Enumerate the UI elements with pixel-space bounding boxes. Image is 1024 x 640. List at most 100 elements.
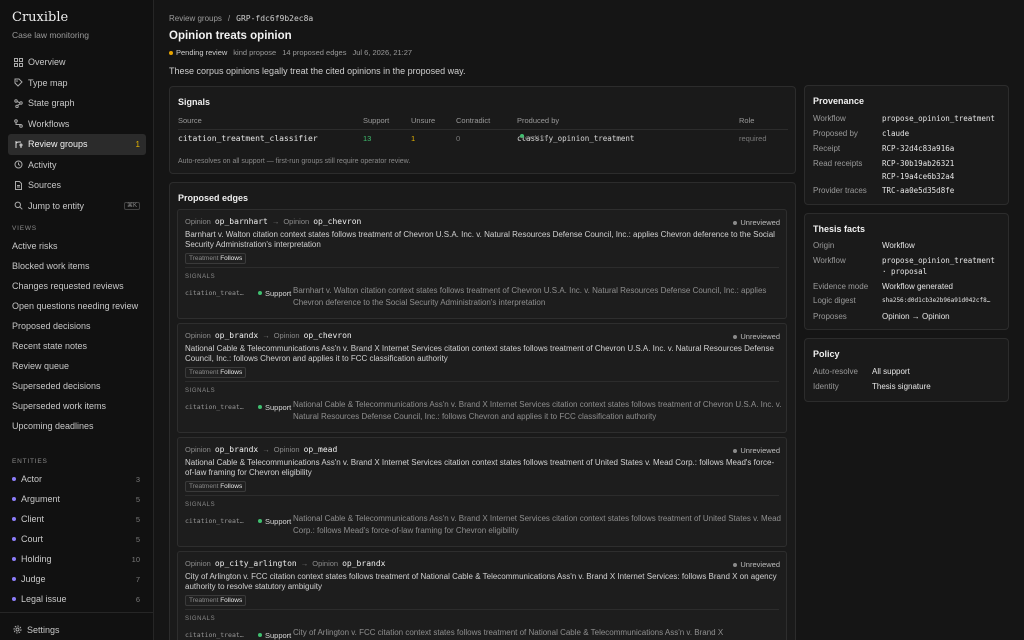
from-node[interactable]: op_barnhart [215, 217, 268, 226]
to-node[interactable]: op_chevron [304, 331, 352, 340]
merge-icon [13, 139, 23, 149]
entity-item[interactable]: Argument 5 [12, 489, 146, 509]
page-description: These corpus opinions legally treat the … [169, 66, 466, 76]
chip-value: Follows [220, 369, 243, 376]
edge-status: Unreviewed [733, 218, 780, 227]
view-item[interactable]: Proposed decisions [12, 316, 146, 336]
entity-label: Holding [21, 554, 52, 564]
support-dot [258, 633, 262, 637]
sidebar: Cruxible Case law monitoring Overview Ty… [0, 0, 154, 640]
kv-value: · proposal [882, 267, 928, 276]
entity-label: Court [21, 534, 44, 544]
settings-button[interactable]: Settings [0, 612, 153, 640]
view-item[interactable]: Review queue [12, 356, 146, 376]
entity-item[interactable]: Holding 10 [12, 549, 146, 569]
app-name: Cruxible [12, 10, 69, 25]
nav-item-type-map[interactable]: Type map [8, 73, 146, 94]
kv-value: claude [882, 129, 910, 138]
edge-card[interactable]: Opinion op_brandx → Opinion op_mead Unreviewe… [177, 437, 787, 547]
signal-support: 13 [363, 134, 372, 143]
from-node[interactable]: op_brandx [215, 331, 258, 340]
from-node[interactable]: op_brandx [215, 445, 258, 454]
from-node[interactable]: op_city_arlington [215, 559, 297, 568]
nav-item-activity[interactable]: Activity [8, 155, 146, 176]
nav-label: Workflows [28, 118, 70, 129]
signals-label: SIGNALS [185, 274, 216, 280]
col-role: Role [739, 116, 755, 125]
support-dot [258, 519, 262, 523]
view-item[interactable]: Upcoming deadlines [12, 416, 146, 436]
signal-source: citation_treat… [185, 631, 244, 639]
edge-card[interactable]: Opinion op_barnhart → Opinion op_chevron Unre… [177, 209, 787, 319]
view-item[interactable]: Changes requested reviews [12, 276, 146, 296]
signals-panel: Signals Source Support Unsure Contradict… [169, 86, 796, 174]
edge-status-text: Unreviewed [740, 560, 780, 569]
view-item[interactable]: Recent state notes [12, 336, 146, 356]
breadcrumb: Review groups / GRP-fdc6f9b2ec8a [169, 14, 313, 23]
nav-item-state-graph[interactable]: State graph [8, 93, 146, 114]
to-node[interactable]: op_brandx [342, 559, 385, 568]
nav-item-workflows[interactable]: Workflows [8, 114, 146, 135]
kv-value[interactable]: TRC-aa0e5d35d8fe [882, 186, 954, 195]
to-type: Opinion [312, 559, 339, 568]
main-nav: Overview Type map State graph Workflows … [8, 52, 146, 216]
signals-note: Auto-resolves on all support — first-run… [178, 158, 411, 165]
kv-value[interactable]: propose_opinion_treatment [882, 256, 995, 265]
thesis-title: Thesis facts [813, 224, 866, 234]
kv-value[interactable]: RCP-19a4ce6b32a4 [882, 172, 954, 181]
kv-key: Workflow [813, 256, 846, 265]
entity-dot [12, 577, 16, 581]
entity-count: 10 [131, 554, 140, 564]
treatment-chip: Treatment Follows [185, 481, 247, 492]
view-item[interactable]: Superseded work items [12, 396, 146, 416]
workflow-icon [13, 119, 23, 129]
kv-value: Thesis signature [872, 382, 931, 391]
kv-value[interactable]: RCP-32d4c83a916a [882, 144, 954, 153]
to-node[interactable]: op_mead [304, 445, 338, 454]
entity-label: Legal issue [21, 594, 67, 604]
entity-dot [12, 557, 16, 561]
edge-status: Unreviewed [733, 332, 780, 341]
signal-text: National Cable & Telecommunications Ass'… [293, 400, 782, 421]
status-badge: Pending review [169, 48, 227, 57]
nav-label: Overview [28, 57, 66, 68]
edge-status-text: Unreviewed [740, 446, 780, 455]
entity-item[interactable]: Legal issue 6 [12, 589, 146, 609]
to-node[interactable]: op_chevron [313, 217, 361, 226]
edge-card[interactable]: Opinion op_brandx → Opinion op_chevron Unrevi… [177, 323, 787, 433]
nav-item-sources[interactable]: Sources [8, 175, 146, 196]
view-item[interactable]: Active risks [12, 236, 146, 256]
nav-item-jump-to-entity[interactable]: Jump to entity ⌘K [8, 196, 146, 217]
breadcrumb-parent[interactable]: Review groups [169, 14, 222, 23]
status-dot [169, 50, 173, 55]
entity-item[interactable]: Actor 3 [12, 469, 146, 489]
col-source: Source [178, 116, 202, 125]
entity-dot [12, 597, 16, 601]
entity-item[interactable]: Client 5 [12, 509, 146, 529]
entity-count: 3 [135, 474, 140, 484]
entity-item[interactable]: Judge 7 [12, 569, 146, 589]
view-item[interactable]: Superseded decisions [12, 376, 146, 396]
thesis-facts-panel: Thesis facts Origin Workflow Workflow prop… [804, 213, 1009, 330]
view-item[interactable]: Open questions needing review [12, 296, 146, 316]
signals-row: citation_treatment_classifier 13 1 0 cla… [178, 134, 788, 148]
kv-value[interactable]: RCP-30b19ab26321 [882, 159, 954, 168]
nav-item-overview[interactable]: Overview [8, 52, 146, 73]
signal-verdict-text: Support [265, 517, 292, 526]
view-item[interactable]: Blocked work items [12, 256, 146, 276]
entity-item[interactable]: Court 5 [12, 529, 146, 549]
col-support: Support [363, 116, 390, 125]
kv-value: sha256:d0d1cb3e2b96a91d042cf8… [882, 297, 991, 304]
entity-label: Client [21, 514, 45, 524]
signals-label: SIGNALS [185, 388, 216, 394]
edge-card[interactable]: Opinion op_city_arlington → Opinion op_brand… [177, 551, 787, 640]
kv-key: Evidence mode [813, 282, 869, 291]
graph-icon [13, 98, 23, 108]
policy-title: Policy [813, 349, 840, 359]
kv-value[interactable]: propose_opinion_treatment [882, 114, 995, 123]
col-produced-by: Produced by [517, 116, 560, 125]
search-icon [13, 201, 23, 211]
signal-verdict-text: Support [265, 289, 292, 298]
nav-item-review-groups[interactable]: Review groups 1 [8, 134, 146, 155]
page-meta: Pending review kind propose 14 proposed … [169, 48, 412, 57]
